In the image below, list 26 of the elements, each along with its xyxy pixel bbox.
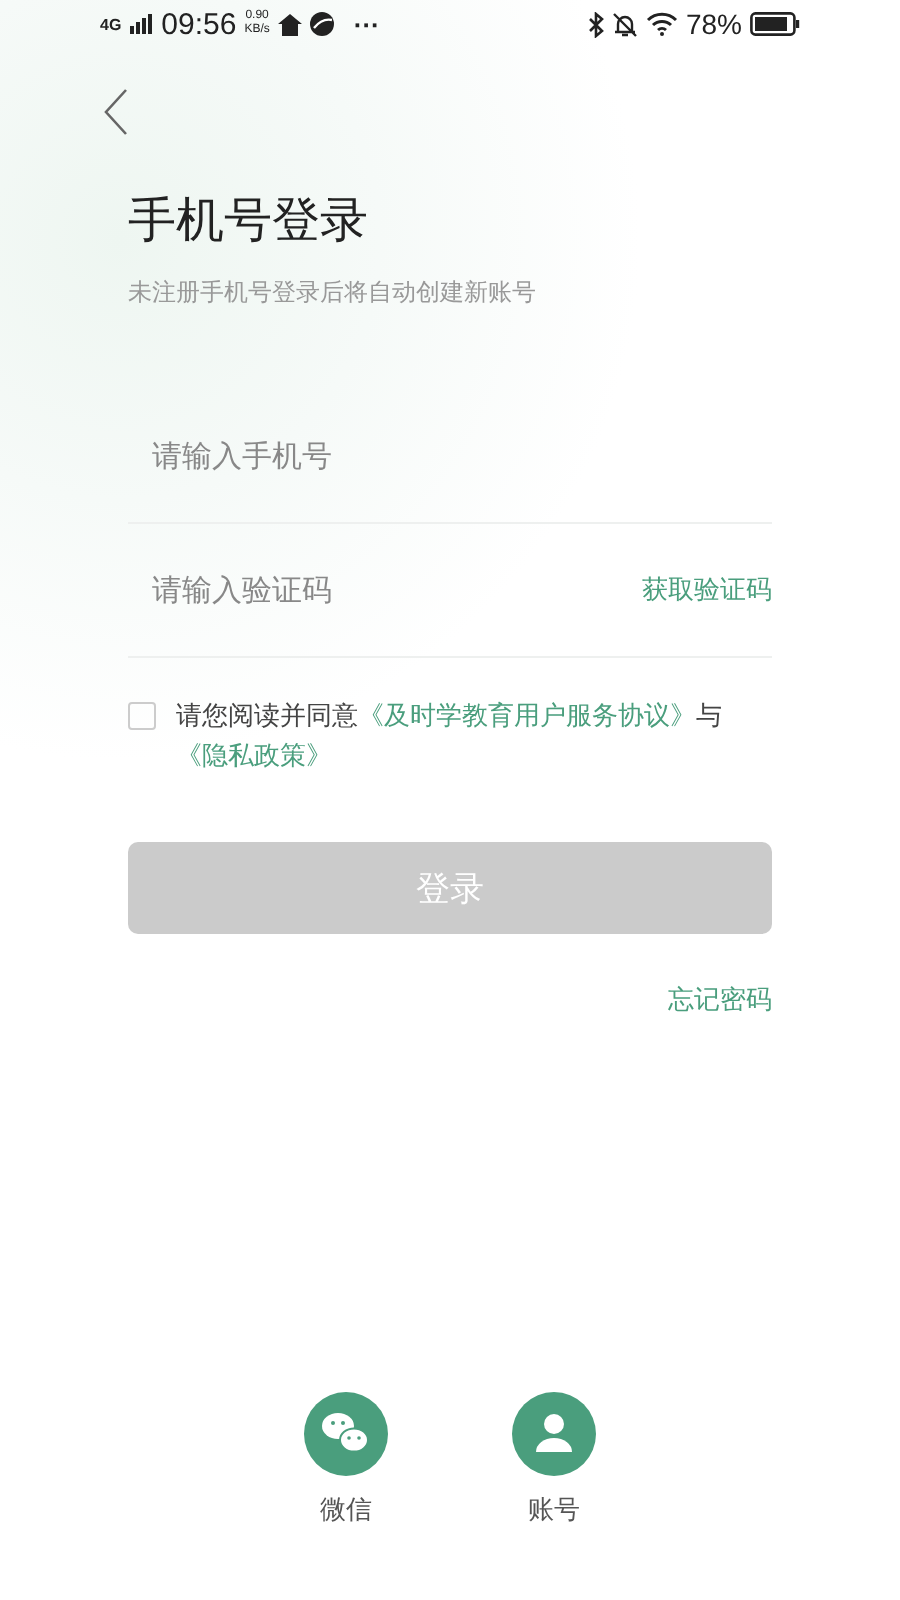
forgot-password-link[interactable]: 忘记密码 [668,982,772,1018]
agreement-text: 请您阅读并同意《及时学教育用户服务协议》与 《隐私政策》 [176,699,724,776]
signal-icon [129,14,154,34]
network-label: 4G [100,15,122,33]
person-icon [512,1392,596,1476]
bell-off-icon [611,11,638,37]
wifi-icon [645,12,678,36]
page-title: 手机号登录 [128,190,368,252]
back-icon[interactable] [104,88,128,136]
bluetooth-icon [587,11,604,37]
wechat-login-button[interactable]: 微信 [304,1392,388,1528]
circle-icon [309,12,334,36]
more-indicator: ··· [353,9,380,39]
phone-input-field[interactable]: 请输入手机号 [148,436,772,476]
account-login-button[interactable]: 账号 [512,1392,596,1528]
battery-percent: 78% [685,8,742,40]
home-icon [277,13,302,35]
chat-bubbles-icon [304,1392,388,1476]
agreement-checkbox[interactable] [128,702,156,730]
code-input-field[interactable]: 请输入验证码 [148,570,642,610]
battery-icon [750,12,800,36]
get-code-link[interactable]: 获取验证码 [642,572,772,608]
service-agreement-link[interactable]: 《及时学教育用户服务协议》 [358,702,696,732]
clock-time: 09:56 [161,7,237,41]
privacy-policy-link[interactable]: 《隐私政策》 [176,742,332,772]
subtitle-text: 未注册手机号登录后将自动创建新账号 [128,276,536,310]
